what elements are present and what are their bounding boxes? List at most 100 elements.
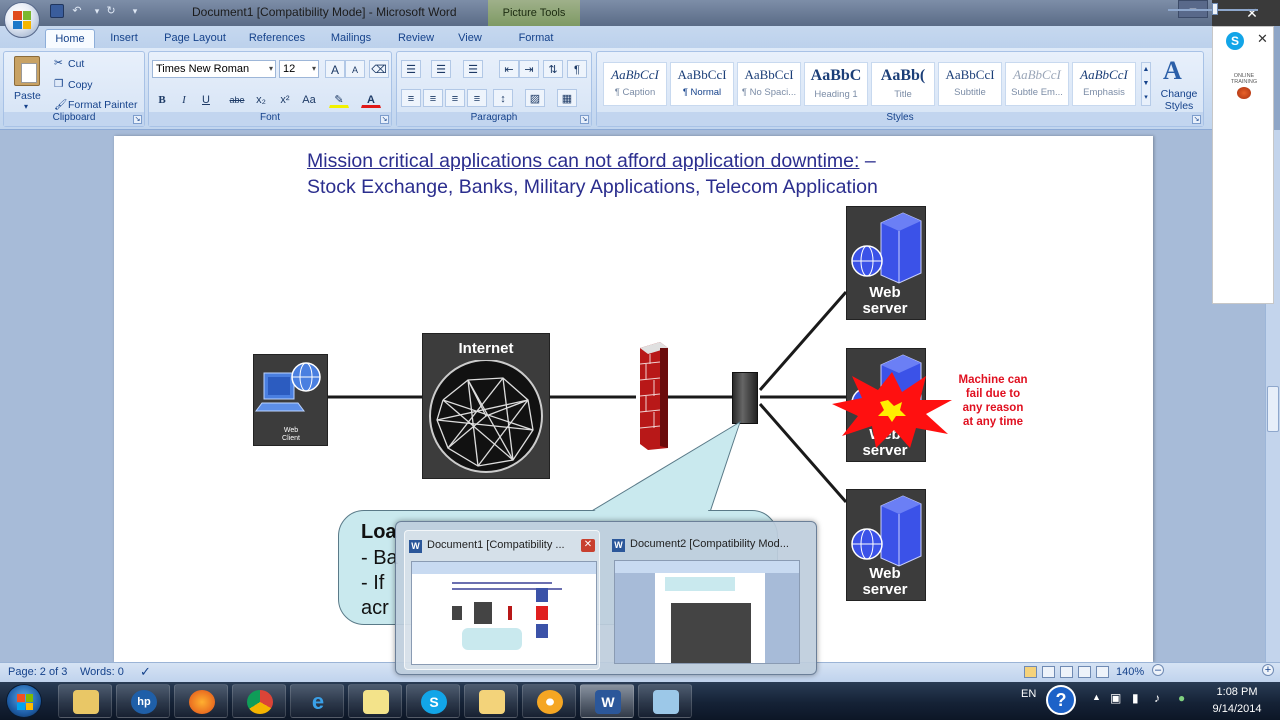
tab-page-layout[interactable]: Page Layout xyxy=(160,29,230,48)
sort-icon[interactable]: ⇅ xyxy=(543,60,563,78)
taskbar-app[interactable] xyxy=(522,684,576,718)
style-heading-1[interactable]: AaBbC Heading 1 xyxy=(804,62,868,106)
customize-qat-icon[interactable]: ▾ xyxy=(128,4,142,18)
multilevel-list-icon[interactable]: ☰ xyxy=(463,60,483,78)
skype-icon[interactable]: S xyxy=(1226,32,1244,50)
preview-document2[interactable]: W Document2 [Compatibility Mod... xyxy=(608,530,804,670)
cut-button[interactable]: Cut xyxy=(68,58,84,70)
style-normal[interactable]: AaBbCcI ¶ Normal xyxy=(670,62,734,106)
draft-icon[interactable] xyxy=(1096,666,1109,678)
style-title[interactable]: AaBb(Title xyxy=(871,62,935,106)
change-styles-button[interactable]: Change Styles xyxy=(1157,88,1201,112)
italic-button[interactable]: I xyxy=(174,90,194,108)
change-case-button[interactable]: Aa xyxy=(299,90,319,108)
taskbar-word[interactable]: W xyxy=(580,684,634,718)
highlight-icon[interactable]: ✎ xyxy=(329,90,349,108)
web-layout-icon[interactable] xyxy=(1060,666,1073,678)
styles-launcher-icon[interactable]: ↘ xyxy=(1192,115,1201,124)
taskbar-ie[interactable]: e xyxy=(290,684,344,718)
taskbar-app2[interactable] xyxy=(638,684,692,718)
numbering-icon[interactable]: ☰ xyxy=(431,60,451,78)
grow-font-button[interactable]: A xyxy=(325,60,345,78)
taskbar-firefox[interactable] xyxy=(174,684,228,718)
tray-app-icon[interactable]: ▣ xyxy=(1110,691,1121,705)
scroll-thumb[interactable] xyxy=(1267,386,1279,432)
tab-references[interactable]: References xyxy=(244,29,310,48)
volume-icon[interactable]: ♪ xyxy=(1154,691,1160,705)
paste-icon[interactable] xyxy=(14,56,40,86)
taskbar-explorer[interactable] xyxy=(58,684,112,718)
copy-button[interactable]: Copy xyxy=(68,79,93,91)
font-color-icon[interactable]: A xyxy=(361,90,381,108)
undo-icon[interactable]: ↶ xyxy=(70,4,84,18)
format-painter-button[interactable]: Format Painter xyxy=(68,99,137,111)
save-icon[interactable] xyxy=(50,4,64,18)
strikethrough-button[interactable]: abe xyxy=(227,90,247,108)
zoom-level[interactable]: 140% xyxy=(1116,666,1144,678)
dropdown-icon[interactable]: ▾ xyxy=(90,4,104,18)
paste-dropdown-icon[interactable]: ▾ xyxy=(24,102,28,111)
page-count[interactable]: Page: 2 of 3 xyxy=(8,666,67,678)
align-left-icon[interactable]: ≡ xyxy=(401,89,421,107)
style-caption[interactable]: AaBbCcI ¶ Caption xyxy=(603,62,667,106)
tab-format[interactable]: Format xyxy=(512,29,560,48)
clock-date[interactable]: 9/14/2014 xyxy=(1208,703,1266,715)
word-count[interactable]: Words: 0 xyxy=(80,666,124,678)
language-indicator[interactable]: EN xyxy=(1021,688,1036,700)
font-size-select[interactable]: 12 ▾ xyxy=(279,60,319,78)
align-center-icon[interactable]: ≡ xyxy=(423,89,443,107)
align-right-icon[interactable]: ≡ xyxy=(445,89,465,107)
preview-document1[interactable]: W Document1 [Compatibility ... ✕ xyxy=(404,530,600,670)
superscript-button[interactable]: x² xyxy=(275,90,295,108)
proofing-icon[interactable]: ✓ xyxy=(140,664,151,680)
clipboard-launcher-icon[interactable]: ↘ xyxy=(133,115,142,124)
taskbar-skype[interactable]: S xyxy=(406,684,460,718)
close-window-icon[interactable]: ✕ xyxy=(1224,0,1280,26)
tab-insert[interactable]: Insert xyxy=(104,29,144,48)
zoom-in-icon[interactable]: + xyxy=(1262,664,1274,676)
style-subtitle[interactable]: AaBbCcI Subtitle xyxy=(938,62,1002,106)
start-button[interactable] xyxy=(6,684,42,718)
zoom-out-icon[interactable]: – xyxy=(1152,664,1164,676)
full-screen-icon[interactable] xyxy=(1042,666,1055,678)
styles-scroll-icon[interactable]: ▲ ▼ ▾ xyxy=(1141,62,1151,106)
style-no-spacing[interactable]: AaBbCcI ¶ No Spaci... xyxy=(737,62,801,106)
show-hide-button[interactable]: ¶ xyxy=(567,60,587,78)
network-icon[interactable]: ▮ xyxy=(1132,691,1139,705)
borders-icon[interactable]: ▦ xyxy=(557,89,577,107)
print-layout-icon[interactable] xyxy=(1024,666,1037,678)
justify-icon[interactable]: ≡ xyxy=(467,89,487,107)
outline-icon[interactable] xyxy=(1078,666,1091,678)
tray-expand-icon[interactable]: ▲ xyxy=(1092,692,1101,702)
font-launcher-icon[interactable]: ↘ xyxy=(380,115,389,124)
line-spacing-icon[interactable]: ↕ xyxy=(493,89,513,107)
bullets-icon[interactable]: ☰ xyxy=(401,60,421,78)
decrease-indent-icon[interactable]: ⇤ xyxy=(499,60,519,78)
shading-icon[interactable]: ▨ xyxy=(525,89,545,107)
taskbar-chrome[interactable] xyxy=(232,684,286,718)
shrink-font-button[interactable]: A xyxy=(345,60,365,78)
help-icon[interactable]: ? xyxy=(1046,685,1076,715)
subscript-button[interactable]: x₂ xyxy=(251,90,271,108)
tab-home[interactable]: Home xyxy=(45,29,95,48)
underline-button[interactable]: U xyxy=(196,90,216,108)
paragraph-launcher-icon[interactable]: ↘ xyxy=(580,115,589,124)
style-subtle-emphasis[interactable]: AaBbCcI Subtle Em... xyxy=(1005,62,1069,106)
font-name-select[interactable]: Times New Roman ▾ xyxy=(152,60,276,78)
paste-button[interactable]: Paste xyxy=(14,90,41,102)
redo-icon[interactable]: ↻ xyxy=(104,4,118,18)
clear-formatting-button[interactable]: ⌫ xyxy=(369,60,389,78)
office-button[interactable] xyxy=(4,2,40,38)
taskbar-files[interactable] xyxy=(348,684,402,718)
bold-button[interactable]: B xyxy=(152,90,172,108)
tab-review[interactable]: Review xyxy=(393,29,439,48)
close-icon[interactable]: ✕ xyxy=(1257,31,1268,47)
tab-view[interactable]: View xyxy=(452,29,488,48)
style-emphasis[interactable]: AaBbCcI Emphasis xyxy=(1072,62,1136,106)
change-styles-icon[interactable]: A xyxy=(1163,56,1182,86)
zoom-slider-thumb[interactable] xyxy=(1212,3,1218,15)
tab-mailings[interactable]: Mailings xyxy=(325,29,377,48)
taskbar-mail[interactable] xyxy=(464,684,518,718)
increase-indent-icon[interactable]: ⇥ xyxy=(519,60,539,78)
clock-time[interactable]: 1:08 PM xyxy=(1212,686,1262,698)
